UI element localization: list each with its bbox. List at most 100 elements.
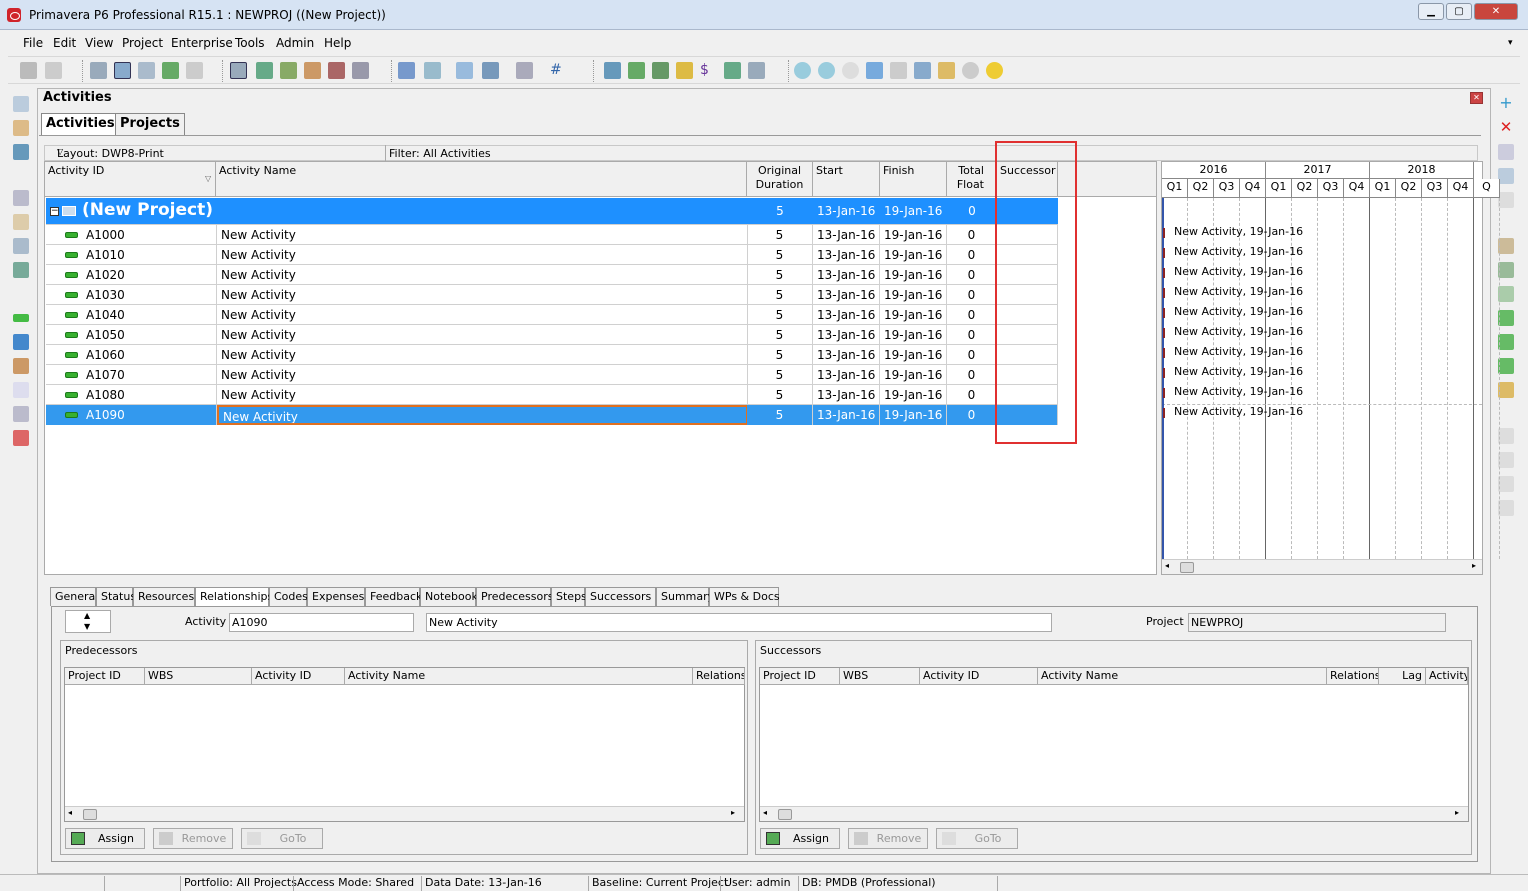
close-panel-icon[interactable]: ✕ (1470, 92, 1483, 104)
notebook-icon[interactable] (1498, 382, 1514, 398)
filter-label[interactable]: Filter: All Activities (389, 147, 491, 160)
succ-goto-button[interactable]: GoTo (936, 828, 1018, 849)
details-icon[interactable] (230, 62, 247, 79)
cell-name[interactable]: New Activity (217, 365, 748, 385)
pred-goto-button[interactable]: GoTo (241, 828, 323, 849)
resources-icon[interactable] (13, 214, 29, 230)
cell-dur[interactable]: 5 (747, 305, 813, 325)
gantt-bar[interactable] (1163, 408, 1165, 418)
cell-dur[interactable]: 5 (747, 245, 813, 265)
trace-logic-icon[interactable] (162, 62, 179, 79)
portfolio-icon[interactable] (13, 144, 29, 160)
issues-icon[interactable] (13, 430, 29, 446)
col-activity-name[interactable]: Activity Name (216, 162, 747, 197)
projects-icon[interactable] (13, 190, 29, 206)
succ-scrollbar[interactable]: ◂ ▸ (760, 806, 1468, 821)
menu-file[interactable]: File (23, 36, 43, 50)
tracking-icon[interactable] (13, 262, 29, 278)
col-start[interactable]: Start (813, 162, 880, 197)
cell-dur[interactable]: 5 (747, 365, 813, 385)
gantt-bar[interactable] (1163, 368, 1165, 378)
menu-edit[interactable]: Edit (53, 36, 76, 50)
maximize-button[interactable]: ▢ (1446, 3, 1472, 20)
move-right-icon[interactable] (1498, 500, 1514, 516)
print-preview-icon[interactable] (45, 62, 62, 79)
table-row[interactable]: A1050 New Activity 5 13-Jan-16 19-Jan-16 0 (46, 325, 1058, 345)
expenses-icon[interactable] (13, 406, 29, 422)
nav-stepper[interactable]: ▲ ▼ (65, 610, 111, 633)
cell-start[interactable]: 13-Jan-16 (813, 225, 880, 245)
layout-dropdown[interactable]: Layout: DWP8-Print (57, 147, 164, 160)
resource-icon[interactable] (304, 62, 321, 79)
table-row[interactable]: A1020 New Activity 5 13-Jan-16 19-Jan-16 0 (46, 265, 1058, 285)
menu-tools[interactable]: Tools (235, 36, 265, 50)
cell-float[interactable]: 0 (947, 385, 997, 405)
cell-float[interactable]: 0 (947, 365, 997, 385)
activity-name-field[interactable]: New Activity (426, 613, 1052, 632)
table-row[interactable]: A1010 New Activity 5 13-Jan-16 19-Jan-16 0 (46, 245, 1058, 265)
menu-help[interactable]: Help (324, 36, 351, 50)
activity-id-field[interactable]: A1090 (229, 613, 414, 632)
tab-resources[interactable]: Resources (133, 587, 195, 606)
menu-admin[interactable]: Admin (276, 36, 314, 50)
cell-start[interactable]: 13-Jan-16 (813, 245, 880, 265)
cell-float[interactable]: 0 (947, 305, 997, 325)
activities-icon[interactable] (13, 314, 29, 322)
add-icon[interactable]: + (1498, 95, 1514, 112)
cell-finish[interactable]: 19-Jan-16 (880, 305, 947, 325)
gantt-bar[interactable] (1163, 228, 1165, 238)
hierarchy-icon[interactable] (186, 62, 203, 79)
tab-feedback[interactable]: Feedback (365, 587, 422, 606)
gantt-view-icon[interactable] (114, 62, 131, 79)
table-row[interactable]: A1070 New Activity 5 13-Jan-16 19-Jan-16 0 (46, 365, 1058, 385)
cell-start[interactable]: 13-Jan-16 (813, 265, 880, 285)
table-row[interactable]: A1030 New Activity 5 13-Jan-16 19-Jan-16 0 (46, 285, 1058, 305)
group-sort-icon[interactable] (398, 62, 415, 79)
pred-col-wbs[interactable]: WBS (145, 668, 252, 685)
cell-dur[interactable]: 5 (747, 285, 813, 305)
chevron-down-icon[interactable]: ▽ (57, 147, 63, 156)
close-window-button[interactable]: ✕ (1474, 3, 1518, 20)
col-activity-id[interactable]: Activity ID (45, 162, 216, 197)
cell-finish[interactable]: 19-Jan-16 (880, 265, 947, 285)
cell-name[interactable]: New Activity (217, 285, 748, 305)
pred-col-project-id[interactable]: Project ID (65, 668, 145, 685)
cell-name[interactable]: New Activity (217, 265, 748, 285)
cell-dur[interactable]: 5 (747, 405, 813, 425)
cell-start[interactable]: 13-Jan-16 (813, 385, 880, 405)
pred-col-relations[interactable]: Relations (693, 668, 745, 685)
tab-general[interactable]: General (50, 587, 98, 606)
assign-step-icon[interactable] (1498, 358, 1514, 374)
succ-col-activity[interactable]: Activity (1426, 668, 1468, 685)
succ-col-lag[interactable]: Lag (1379, 668, 1426, 685)
cell-name[interactable]: New Activity (217, 225, 748, 245)
tab-relationships[interactable]: Relationships (195, 587, 273, 607)
pred-remove-button[interactable]: Remove (153, 828, 233, 849)
cell-name[interactable]: New Activity (217, 405, 748, 425)
gantt-bar[interactable] (1163, 328, 1165, 338)
col-original-duration[interactable]: Original Duration (747, 162, 813, 197)
table-row[interactable]: A1090 New Activity 5 13-Jan-16 19-Jan-16 0 (46, 405, 1058, 425)
gantt-bar[interactable] (1163, 308, 1165, 318)
col-finish[interactable]: Finish (880, 162, 947, 197)
menu-enterprise[interactable]: Enterprise (171, 36, 233, 50)
table-row[interactable]: A1040 New Activity 5 13-Jan-16 19-Jan-16 0 (46, 305, 1058, 325)
schedule-icon[interactable] (604, 62, 621, 79)
cell-dur[interactable]: 5 (747, 385, 813, 405)
notes-icon[interactable] (938, 62, 955, 79)
cell-name[interactable]: New Activity (217, 345, 748, 365)
move-down-icon[interactable] (1498, 452, 1514, 468)
help-icon[interactable] (986, 62, 1003, 79)
spell-icon[interactable] (748, 62, 765, 79)
cell-float[interactable]: 0 (947, 285, 997, 305)
cell-name[interactable]: New Activity (217, 245, 748, 265)
tab-expenses[interactable]: Expenses (307, 587, 365, 606)
cell-dur[interactable]: 5 (747, 325, 813, 345)
summarize-icon[interactable] (676, 62, 693, 79)
succ-col-activity-id[interactable]: Activity ID (920, 668, 1038, 685)
cell-finish[interactable]: 19-Jan-16 (880, 245, 947, 265)
columns-icon[interactable] (424, 62, 441, 79)
delete-icon[interactable]: ✕ (1498, 120, 1514, 136)
cell-start[interactable]: 13-Jan-16 (813, 325, 880, 345)
succ-assign-button[interactable]: Assign (760, 828, 840, 849)
